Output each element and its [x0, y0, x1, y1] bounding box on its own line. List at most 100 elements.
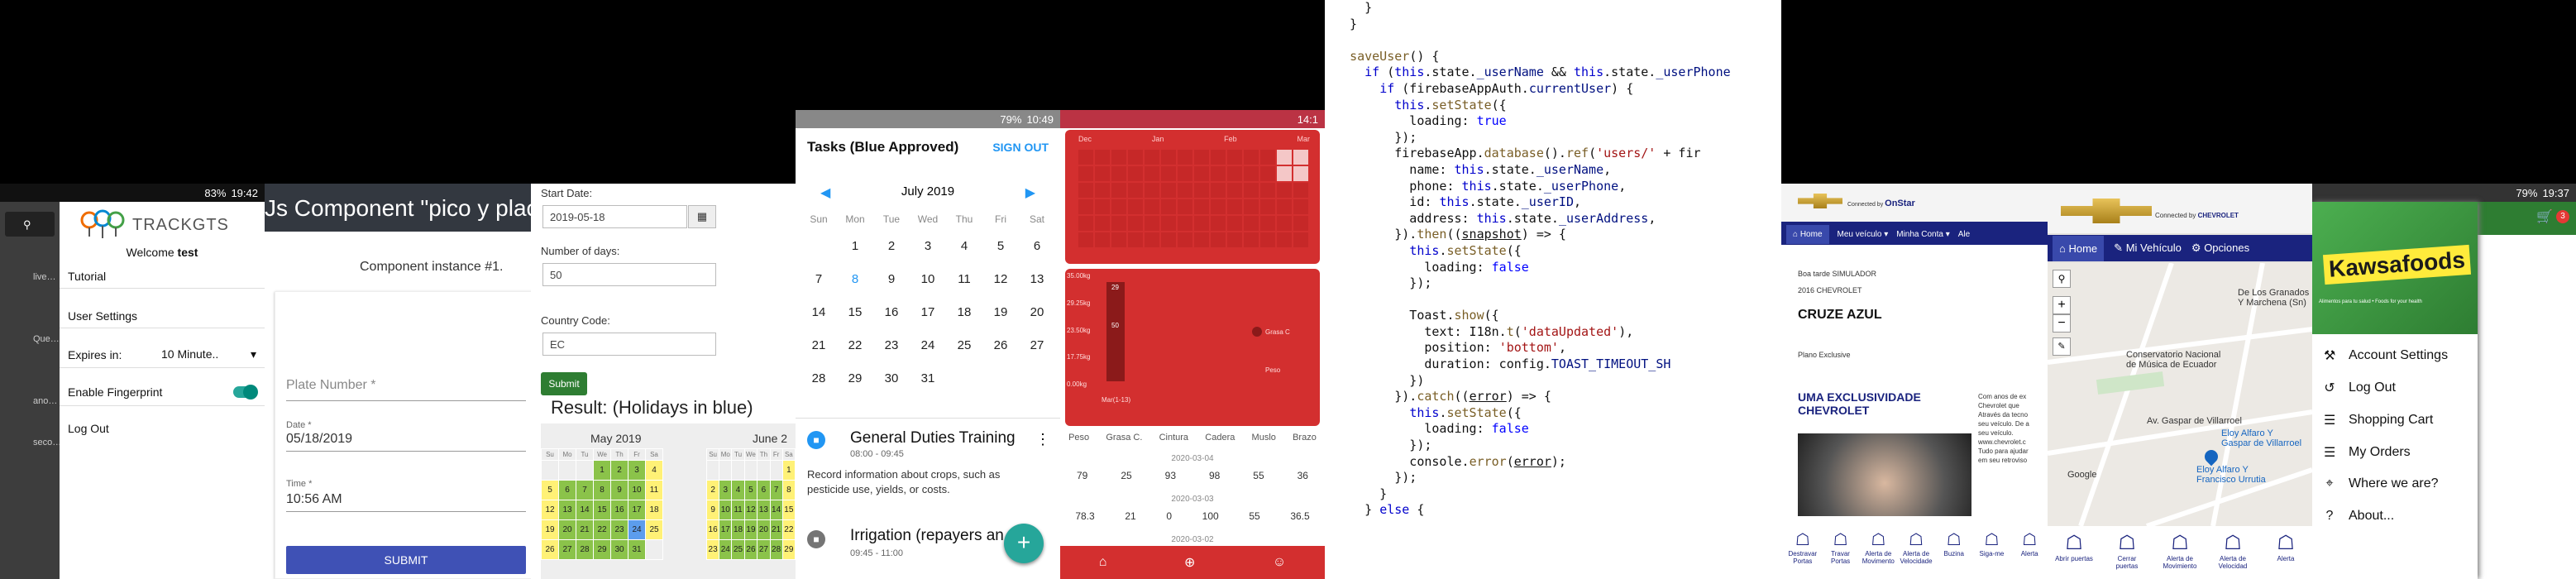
- action-button[interactable]: ☖ Alerta de Movimiento: [2159, 531, 2201, 579]
- day-cell[interactable]: 27: [757, 539, 771, 560]
- cart-icon[interactable]: 🛒: [2536, 208, 2553, 225]
- day-cell[interactable]: 4: [946, 229, 982, 262]
- action-button[interactable]: ☖ Alerta: [2265, 531, 2306, 579]
- day-cell[interactable]: 24: [719, 539, 733, 560]
- plate-number-input[interactable]: Plate Number *: [286, 378, 526, 401]
- day-cell[interactable]: 29: [593, 539, 611, 560]
- day-cell[interactable]: 20: [1019, 295, 1055, 328]
- day-cell[interactable]: 19: [743, 519, 758, 540]
- action-button[interactable]: ☖ Buzina: [1936, 529, 1972, 579]
- day-cell[interactable]: 19: [541, 519, 559, 540]
- day-cell[interactable]: 5: [743, 480, 758, 500]
- day-cell[interactable]: 27: [1019, 328, 1055, 361]
- action-button[interactable]: ☖ Alerta de Velocidade: [1898, 529, 1934, 579]
- day-cell[interactable]: 17: [910, 295, 946, 328]
- list-item[interactable]: seco…: [33, 438, 61, 447]
- day-cell[interactable]: 22: [837, 328, 873, 361]
- date-input[interactable]: 05/18/2019: [286, 432, 526, 452]
- day-cell[interactable]: 2: [705, 480, 720, 500]
- day-cell[interactable]: 31: [910, 361, 946, 395]
- day-cell[interactable]: 11: [645, 480, 663, 500]
- day-cell[interactable]: 23: [873, 328, 910, 361]
- day-cell[interactable]: 1: [837, 229, 873, 262]
- person-icon[interactable]: ☺: [1273, 555, 1286, 570]
- day-cell[interactable]: 28: [576, 539, 594, 560]
- day-cell[interactable]: 7: [769, 480, 783, 500]
- day-cell[interactable]: 10: [628, 480, 646, 500]
- action-button[interactable]: ☖ Siga-me: [1974, 529, 2010, 579]
- day-cell[interactable]: 18: [731, 519, 745, 540]
- day-cell[interactable]: 14: [769, 500, 783, 520]
- menu-item[interactable]: ? About...: [2324, 509, 2395, 524]
- day-cell[interactable]: 29: [837, 361, 873, 395]
- day-cell[interactable]: 13: [757, 500, 771, 520]
- day-cell[interactable]: 1: [593, 460, 611, 481]
- day-cell[interactable]: 24: [628, 519, 646, 540]
- day-cell[interactable]: 20: [757, 519, 771, 540]
- day-cell[interactable]: 20: [558, 519, 576, 540]
- day-cell[interactable]: 6: [1019, 229, 1055, 262]
- zoom-in-button[interactable]: +: [2053, 296, 2071, 314]
- next-month-button[interactable]: ▶: [1025, 184, 1035, 201]
- search-bar[interactable]: ⚲: [5, 212, 55, 237]
- add-circle-icon[interactable]: ⊕: [1184, 554, 1195, 571]
- day-cell[interactable]: 3: [910, 229, 946, 262]
- day-cell[interactable]: 8: [593, 480, 611, 500]
- day-cell[interactable]: 15: [781, 500, 796, 520]
- submit-button[interactable]: Submit: [541, 372, 587, 395]
- day-cell[interactable]: 4: [731, 480, 745, 500]
- day-cell[interactable]: 22: [593, 519, 611, 540]
- day-cell[interactable]: 10: [719, 500, 733, 520]
- day-cell[interactable]: 15: [837, 295, 873, 328]
- day-cell[interactable]: 2: [873, 229, 910, 262]
- map[interactable]: De Los Granados Y Marchena (Sn) Conservato…: [2048, 263, 2312, 526]
- day-cell[interactable]: 3: [719, 480, 733, 500]
- day-cell[interactable]: 4: [645, 460, 663, 481]
- day-cell[interactable]: 19: [982, 295, 1019, 328]
- action-button[interactable]: ☖ Alerta: [2011, 529, 2048, 579]
- home-icon[interactable]: ⌂: [1099, 555, 1107, 570]
- day-cell[interactable]: 12: [743, 500, 758, 520]
- day-cell[interactable]: 21: [769, 519, 783, 540]
- day-cell[interactable]: 13: [558, 500, 576, 520]
- nav-account[interactable]: Minha Conta ▾: [1896, 230, 1950, 239]
- day-cell[interactable]: 14: [576, 500, 594, 520]
- day-cell[interactable]: 22: [781, 519, 796, 540]
- day-cell[interactable]: 12: [982, 262, 1019, 295]
- action-button[interactable]: ☖ Destravar Portas: [1785, 529, 1821, 579]
- day-cell[interactable]: 25: [946, 328, 982, 361]
- day-cell[interactable]: 13: [1019, 262, 1055, 295]
- day-cell[interactable]: 30: [873, 361, 910, 395]
- signout-button[interactable]: SIGN OUT: [992, 141, 1049, 154]
- nav-home[interactable]: ⌂ Home: [1786, 224, 1829, 244]
- nav-options[interactable]: ⚙ Opciones: [2191, 242, 2249, 255]
- add-task-button[interactable]: +: [1004, 524, 1044, 563]
- day-cell[interactable]: 16: [705, 519, 720, 540]
- days-input[interactable]: 50: [542, 263, 716, 286]
- day-cell[interactable]: 14: [801, 295, 837, 328]
- action-button[interactable]: ☖ Alerta de Velocidad: [2212, 531, 2253, 579]
- list-item[interactable]: Que…: [33, 334, 60, 344]
- day-cell[interactable]: 26: [982, 328, 1019, 361]
- ruler-button[interactable]: ✎: [2053, 337, 2071, 356]
- nav-home[interactable]: ⌂ Home: [2053, 235, 2105, 261]
- day-cell[interactable]: 7: [576, 480, 594, 500]
- day-cell[interactable]: 9: [705, 500, 720, 520]
- day-cell[interactable]: 24: [910, 328, 946, 361]
- day-cell[interactable]: 29: [781, 539, 796, 560]
- day-cell[interactable]: 18: [946, 295, 982, 328]
- action-button[interactable]: ☖ Abrir puertas: [2053, 531, 2095, 579]
- day-cell[interactable]: 11: [731, 500, 745, 520]
- day-cell[interactable]: 5: [982, 229, 1019, 262]
- day-cell[interactable]: 10: [910, 262, 946, 295]
- day-cell[interactable]: 1: [781, 460, 796, 481]
- menu-item[interactable]: ☰ Shopping Cart: [2324, 412, 2433, 428]
- more-icon[interactable]: ⋮: [1035, 431, 1050, 448]
- day-cell[interactable]: 15: [593, 500, 611, 520]
- submit-button[interactable]: SUBMIT: [286, 546, 526, 574]
- list-item[interactable]: live…: [33, 272, 56, 282]
- day-cell[interactable]: 17: [719, 519, 733, 540]
- task-card[interactable]: ■ General Duties Training ⋮ 08:00 - 09:4…: [796, 424, 1060, 499]
- day-cell[interactable]: 3: [628, 460, 646, 481]
- action-button[interactable]: ☖ Cerrar puertas: [2106, 531, 2148, 579]
